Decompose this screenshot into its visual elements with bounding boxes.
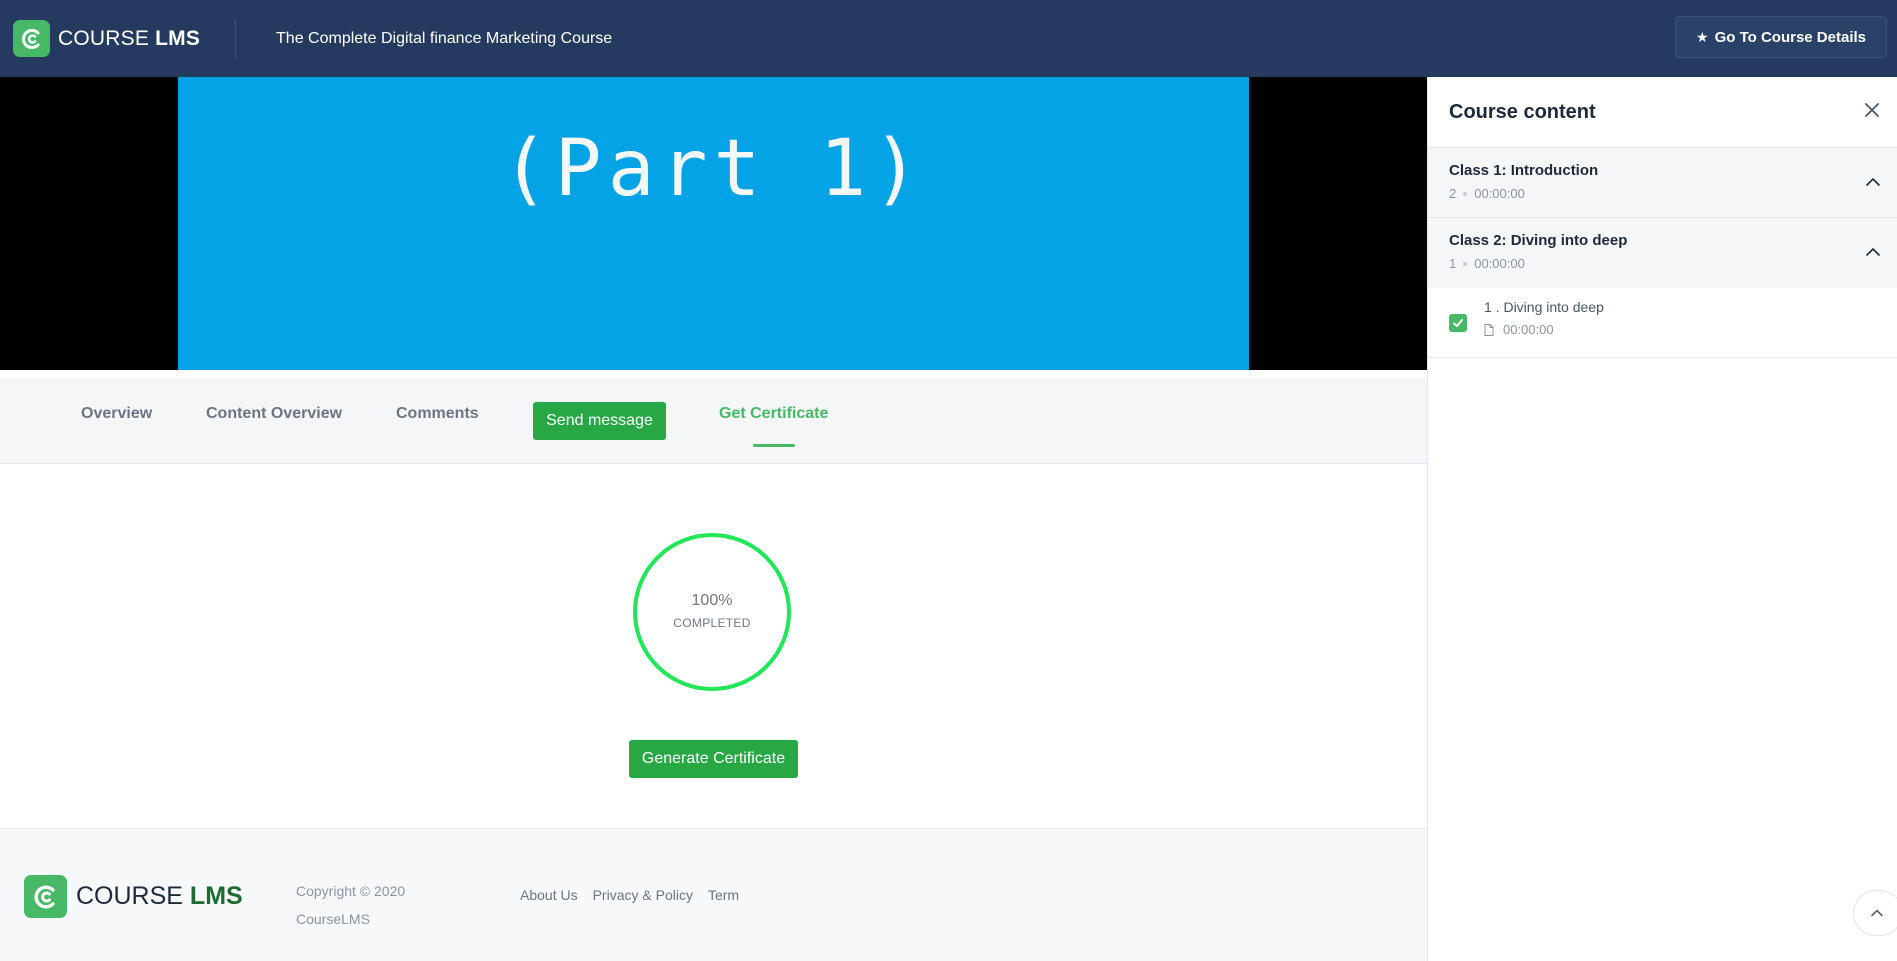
chevron-up-icon[interactable] (1865, 174, 1881, 190)
lesson-item[interactable]: 1 . Diving into deep 00:00:00 (1428, 288, 1897, 358)
video-caption: (Part 1) (501, 124, 926, 214)
tab-overview[interactable]: Overview (81, 405, 152, 423)
footer-brand[interactable]: COURSE LMS (24, 875, 243, 918)
generate-certificate-button[interactable]: Generate Certificate (629, 740, 798, 778)
course-content-sidebar: Course content Class 1: Introduction 2 0… (1427, 77, 1897, 961)
section-lesson-count: 1 (1449, 256, 1457, 271)
footer-links: About Us Privacy & Policy Term (520, 887, 739, 903)
footer-brand-course: COURSE (76, 882, 183, 910)
completion-progress-ring: 100% COMPLETED (632, 532, 792, 692)
lesson-completed-checkbox[interactable] (1449, 314, 1467, 332)
footer-brand-name: COURSE LMS (76, 882, 243, 911)
separator-dot (1463, 191, 1468, 196)
top-navbar: COURSE LMS The Complete Digital finance … (0, 0, 1897, 77)
file-icon (1484, 323, 1494, 336)
course-title: The Complete Digital finance Marketing C… (276, 29, 613, 47)
copyright-line-1: Copyright © 2020 (296, 883, 406, 899)
footer: COURSE LMS Copyright © 2020 CourseLMS Ab… (0, 828, 1427, 961)
course-lms-logo-icon (13, 20, 50, 57)
section-title: Class 1: Introduction (1449, 162, 1599, 179)
section-title: Class 2: Diving into deep (1449, 232, 1628, 249)
section-duration: 00:00:00 (1474, 256, 1525, 271)
video-frame[interactable]: (Part 1) (178, 77, 1249, 370)
header-divider (235, 18, 237, 59)
lesson-title: 1 . Diving into deep (1484, 299, 1604, 315)
section-meta: 1 00:00:00 (1449, 256, 1876, 271)
brand-logo-link[interactable]: COURSE LMS (13, 20, 200, 57)
footer-link-about-us[interactable]: About Us (520, 887, 578, 903)
footer-link-term[interactable]: Term (708, 887, 739, 903)
footer-brand-lms: LMS (189, 882, 243, 910)
active-tab-indicator (753, 444, 795, 447)
footer-link-privacy-policy[interactable]: Privacy & Policy (593, 887, 693, 903)
progress-status: COMPLETED (673, 616, 751, 630)
section-meta: 2 00:00:00 (1449, 186, 1876, 201)
tab-content-overview[interactable]: Content Overview (206, 405, 342, 423)
go-to-course-details-button[interactable]: ★ Go To Course Details (1675, 16, 1887, 58)
details-button-label: Go To Course Details (1714, 28, 1866, 46)
lesson-meta: 00:00:00 (1484, 322, 1876, 337)
tab-comments[interactable]: Comments (396, 405, 479, 423)
lesson-duration: 00:00:00 (1503, 322, 1554, 337)
scroll-to-top-button[interactable] (1853, 890, 1897, 936)
section-class-1[interactable]: Class 1: Introduction 2 00:00:00 (1428, 148, 1897, 218)
copyright: Copyright © 2020 CourseLMS (296, 877, 405, 933)
video-player[interactable]: (Part 1) (0, 77, 1427, 370)
star-icon: ★ (1696, 28, 1709, 45)
sidebar-title: Course content (1428, 77, 1897, 148)
close-icon[interactable] (1861, 99, 1883, 121)
progress-ring-fill (633, 533, 791, 691)
tab-get-certificate[interactable]: Get Certificate (719, 405, 828, 423)
progress-ring-svg (633, 533, 791, 691)
section-class-2[interactable]: Class 2: Diving into deep 1 00:00:00 (1428, 218, 1897, 288)
footer-logo-icon (24, 875, 67, 918)
course-tabs: Overview Content Overview Comments Get C… (0, 378, 1427, 464)
section-lesson-count: 2 (1449, 186, 1457, 201)
progress-percent: 100% (691, 592, 733, 609)
brand-name: COURSE LMS (58, 27, 200, 51)
send-message-button[interactable]: Send message (533, 402, 666, 440)
check-icon (1453, 319, 1463, 327)
section-duration: 00:00:00 (1474, 186, 1525, 201)
chevron-up-icon (1871, 909, 1883, 917)
brand-lms-text: LMS (155, 26, 201, 50)
separator-dot (1463, 261, 1468, 266)
brand-course-text: COURSE (58, 26, 150, 50)
copyright-line-2: CourseLMS (296, 911, 370, 927)
chevron-up-icon[interactable] (1865, 244, 1881, 260)
